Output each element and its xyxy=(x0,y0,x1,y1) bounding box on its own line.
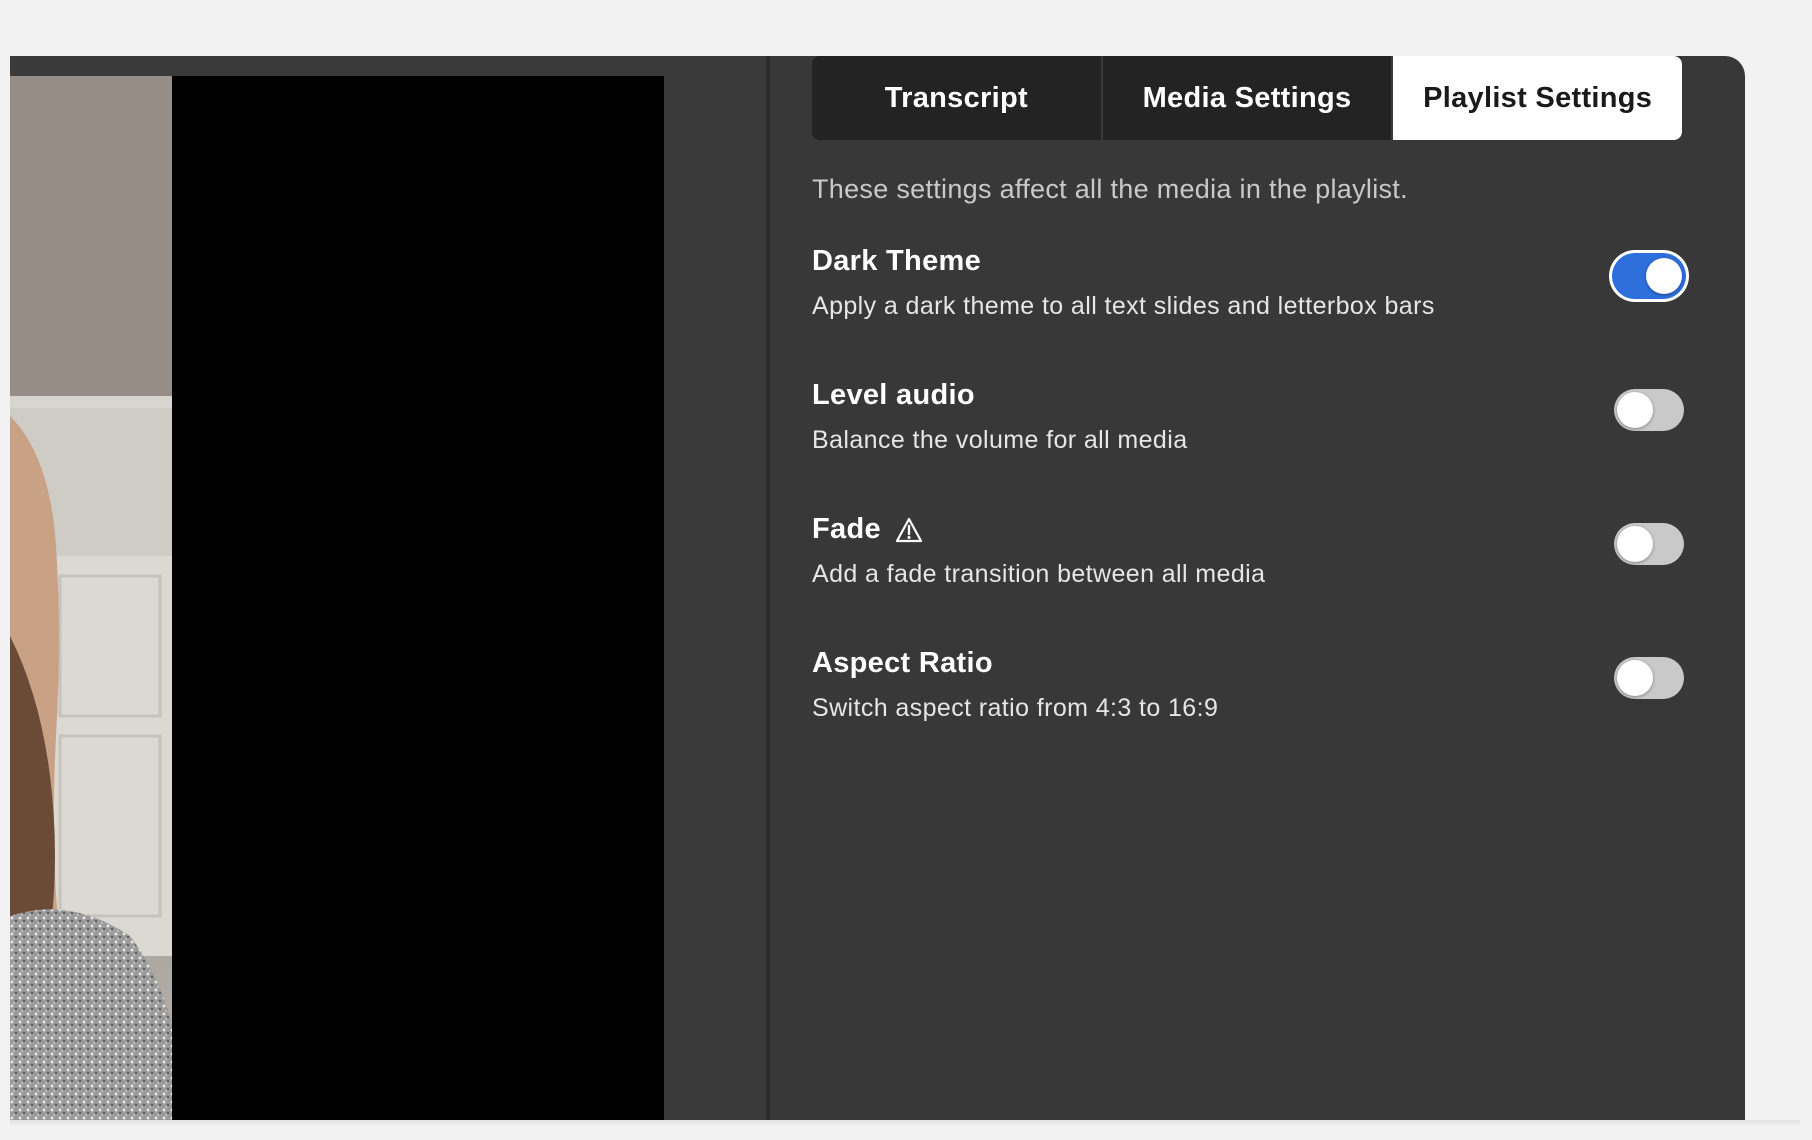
dark-theme-toggle[interactable] xyxy=(1612,253,1686,299)
setting-title-text: Fade xyxy=(812,513,881,545)
setting-description: Balance the volume for all media xyxy=(812,426,1188,454)
pane-divider[interactable] xyxy=(766,56,770,1120)
window-bottom-shadow xyxy=(10,1120,1800,1126)
toggle-knob xyxy=(1617,660,1653,696)
setting-fade: Fade Add a fade transition between all m… xyxy=(812,513,1684,599)
setting-description: Switch aspect ratio from 4:3 to 16:9 xyxy=(812,694,1219,722)
tab-playlist-settings[interactable]: Playlist Settings xyxy=(1393,56,1682,140)
tab-transcript[interactable]: Transcript xyxy=(812,56,1103,140)
setting-title: Dark Theme xyxy=(812,245,1682,278)
level-audio-toggle[interactable] xyxy=(1614,389,1684,431)
setting-level-audio: Level audio Balance the volume for all m… xyxy=(812,379,1684,465)
aspect-ratio-toggle[interactable] xyxy=(1614,657,1684,699)
setting-title: Fade xyxy=(812,513,1682,546)
video-player[interactable] xyxy=(10,76,664,1120)
settings-panel: Transcript Media Settings Playlist Setti… xyxy=(812,56,1686,733)
fade-toggle[interactable] xyxy=(1614,523,1684,565)
settings-intro-text: These settings affect all the media in t… xyxy=(812,174,1408,204)
setting-description: Add a fade transition between all media xyxy=(812,560,1266,588)
setting-aspect-ratio: Aspect Ratio Switch aspect ratio from 4:… xyxy=(812,647,1684,733)
video-thumbnail-person xyxy=(10,76,172,1120)
toggle-knob xyxy=(1646,258,1682,294)
warning-icon[interactable] xyxy=(895,517,923,543)
tab-media-settings[interactable]: Media Settings xyxy=(1102,56,1394,140)
setting-dark-theme: Dark Theme Apply a dark theme to all tex… xyxy=(812,245,1686,331)
setting-title: Aspect Ratio xyxy=(812,647,1682,680)
settings-tabs: Transcript Media Settings Playlist Setti… xyxy=(812,56,1682,140)
setting-title-text: Level audio xyxy=(812,379,975,411)
video-preview-pane xyxy=(10,56,766,1120)
setting-title: Level audio xyxy=(812,379,1682,412)
setting-title-text: Dark Theme xyxy=(812,245,982,277)
setting-description: Apply a dark theme to all text slides an… xyxy=(812,292,1435,320)
toggle-knob xyxy=(1617,392,1653,428)
setting-title-text: Aspect Ratio xyxy=(812,647,993,679)
toggle-knob xyxy=(1617,526,1653,562)
